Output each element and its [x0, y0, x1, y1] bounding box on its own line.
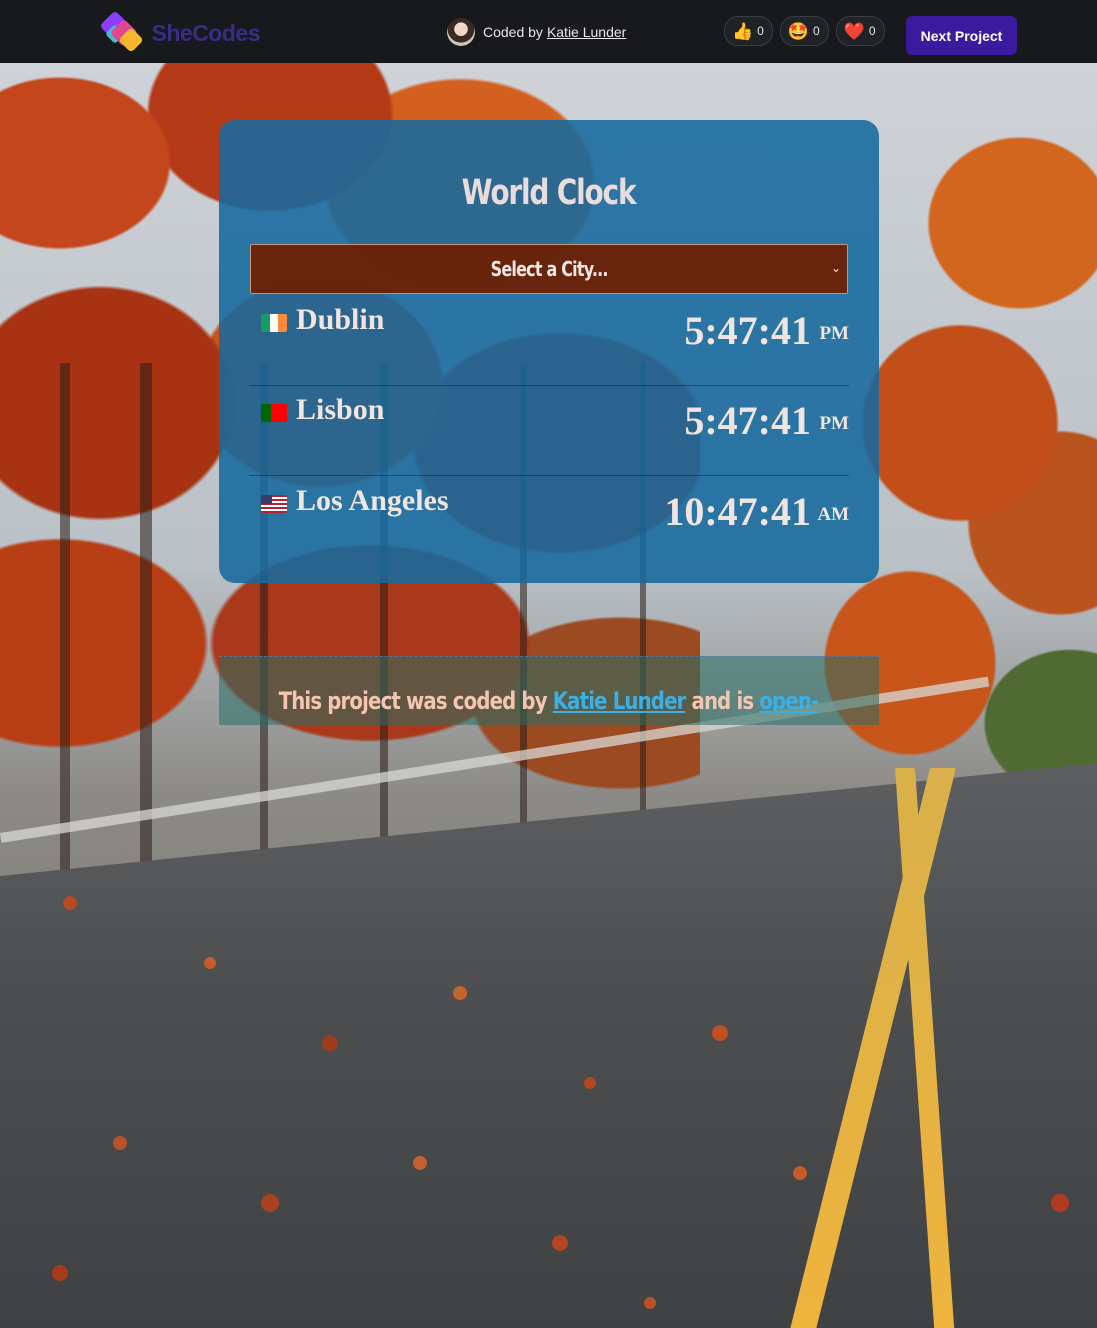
- city-name: Dublin: [296, 303, 385, 336]
- city-time: 5:47:41: [684, 398, 811, 443]
- city-time: 10:47:41: [664, 489, 811, 534]
- reaction-heart[interactable]: ❤️ 0: [835, 16, 885, 46]
- city-ampm: AM: [817, 504, 849, 525]
- shecodes-logo[interactable]: SheCodes: [99, 10, 261, 55]
- reaction-count: 0: [868, 24, 876, 38]
- next-project-button[interactable]: Next Project: [906, 16, 1017, 55]
- heart-icon: ❤️: [843, 21, 865, 41]
- city-ampm: PM: [819, 413, 849, 434]
- author-link[interactable]: Katie Lunder: [547, 24, 626, 40]
- footer-credit: This project was coded by Katie Lunder a…: [99, 687, 999, 715]
- logo-text: SheCodes: [151, 19, 261, 46]
- city-ampm: PM: [819, 323, 849, 344]
- thumbs-up-icon: 👍: [732, 21, 754, 41]
- reaction-star-struck[interactable]: 🤩 0: [779, 16, 829, 46]
- footer-open-source-link[interactable]: open-: [759, 687, 819, 715]
- usa-flag-icon: [261, 495, 287, 513]
- city-time: 5:47:41: [684, 308, 811, 353]
- footer-author-link[interactable]: Katie Lunder: [553, 687, 687, 715]
- city-row-los-angeles: Los Angeles 10:47:41 AM: [249, 476, 849, 566]
- city-row-dublin: Dublin 5:47:41 PM: [249, 295, 849, 386]
- star-struck-icon: 🤩: [787, 21, 810, 41]
- reaction-thumbs-up[interactable]: 👍 0: [724, 16, 773, 46]
- author-avatar: [447, 18, 475, 46]
- footer-text-middle: and is: [691, 687, 755, 715]
- reaction-count: 0: [813, 24, 820, 38]
- reaction-count: 0: [757, 24, 764, 38]
- city-select-value: Select a City...: [490, 257, 608, 281]
- coded-by: Coded by Katie Lunder: [447, 18, 626, 46]
- portugal-flag-icon: [261, 404, 287, 422]
- city-name: Los Angeles: [296, 484, 449, 517]
- city-select[interactable]: Select a City... ⌄: [250, 244, 848, 294]
- shecodes-logo-icon: [99, 10, 146, 55]
- page-title: World Clock: [461, 173, 637, 213]
- top-bar: SheCodes Coded by Katie Lunder 👍 0 🤩 0 ❤…: [0, 0, 1097, 63]
- city-name: Lisbon: [296, 393, 385, 426]
- chevron-down-icon: ⌄: [830, 261, 841, 275]
- ireland-flag-icon: [261, 314, 287, 332]
- city-row-lisbon: Lisbon 5:47:41 PM: [249, 385, 849, 476]
- footer-text-before: This project was coded by: [278, 687, 548, 715]
- coded-by-label: Coded by: [483, 24, 543, 40]
- reactions: 👍 0 🤩 0 ❤️ 0: [724, 16, 885, 46]
